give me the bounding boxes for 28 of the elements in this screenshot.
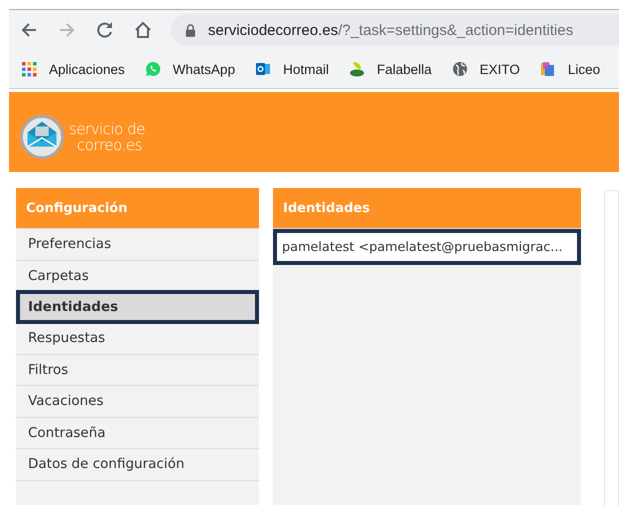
logo-text: servicio de correo.es: [69, 121, 145, 153]
leaf-icon: [348, 61, 365, 77]
identity-item[interactable]: pamelatest <pamelatest@pruebasmigrac...: [273, 229, 581, 265]
bookmark[interactable]: Hotmail: [255, 61, 329, 77]
settings-menu-item[interactable]: Contraseña: [16, 418, 259, 449]
panel-title: Identidades: [273, 188, 581, 229]
bookmark[interactable]: Falabella: [348, 61, 432, 77]
bookmark[interactable]: EXITO: [452, 61, 520, 77]
settings-menu-item[interactable]: Filtros: [16, 354, 259, 386]
bookmark[interactable]: Liceo: [540, 61, 600, 77]
settings-menu-item[interactable]: Respuestas: [16, 323, 259, 354]
chat-bubble-icon: [144, 61, 161, 77]
address-bar[interactable]: serviciodecorreo.es/?_task=settings&_action=identities: [171, 14, 619, 46]
book-icon: [540, 61, 556, 77]
globe-icon: [452, 61, 468, 77]
mail-icon: [255, 61, 272, 77]
apps-grid-icon: [21, 61, 37, 77]
reload-icon[interactable]: [95, 20, 115, 40]
settings-menu-item[interactable]: Vacaciones: [16, 386, 259, 418]
settings-menu-item[interactable]: Identidades: [16, 290, 259, 324]
home-icon[interactable]: [133, 20, 153, 40]
bookmark[interactable]: WhatsApp: [144, 61, 236, 77]
lock-icon: [185, 24, 196, 36]
panel-title: Configuración: [16, 188, 259, 229]
settings-menu-item[interactable]: Datos de configuración: [16, 449, 259, 480]
settings-menu-item[interactable]: Preferencias: [16, 229, 259, 260]
envelope-logo-icon: [19, 114, 65, 160]
bookmark[interactable]: Aplicaciones: [21, 61, 125, 77]
